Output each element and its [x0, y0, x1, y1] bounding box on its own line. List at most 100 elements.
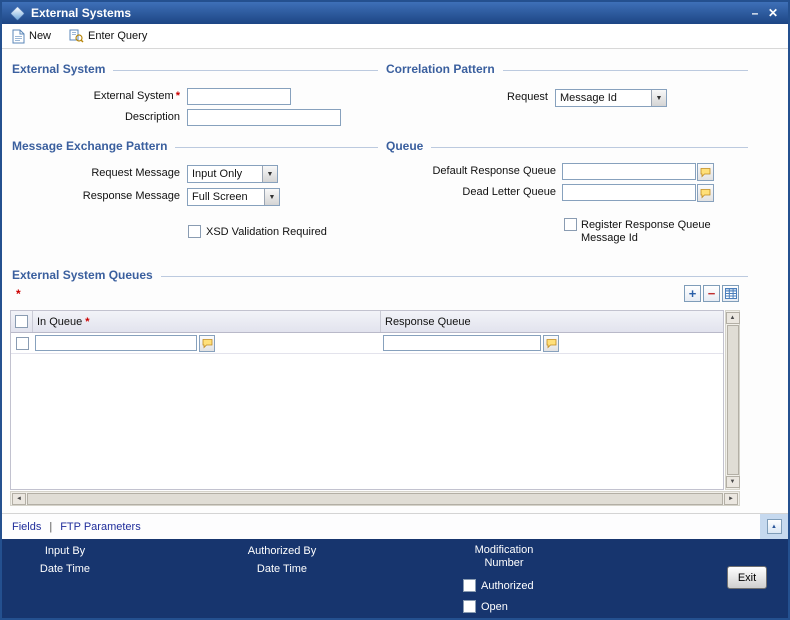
minus-icon: −: [707, 286, 716, 301]
required-marker: *: [175, 90, 180, 102]
footer: Input By Date Time Authorized By Date Ti…: [2, 539, 788, 618]
vertical-scroll-thumb[interactable]: [726, 325, 739, 475]
close-button[interactable]: ✕: [764, 4, 782, 22]
scroll-left-icon[interactable]: ◄: [12, 492, 26, 505]
register-response-queue-checkbox[interactable]: [564, 218, 577, 231]
horizontal-scrollbar[interactable]: ◄ ►: [10, 491, 740, 506]
window-title: External Systems: [31, 6, 132, 20]
required-marker: *: [85, 315, 90, 328]
section-divider: [113, 69, 378, 71]
chevron-down-icon[interactable]: ▼: [651, 90, 666, 106]
scroll-up-icon[interactable]: ▲: [725, 312, 740, 324]
section-external-system-title: External System: [12, 62, 106, 76]
chevron-down-icon[interactable]: ▼: [262, 166, 277, 182]
grid-view-icon: [724, 288, 737, 299]
toolbar: New Enter Query: [2, 24, 788, 49]
window-diamond-icon: [11, 6, 24, 20]
new-label: New: [29, 30, 52, 42]
exit-button[interactable]: Exit: [727, 566, 767, 589]
horizontal-scroll-thumb[interactable]: [27, 492, 723, 505]
grid-toolbar: + −: [684, 285, 739, 302]
in-queue-lov-button[interactable]: [199, 334, 215, 352]
default-response-queue-label: Default Response Queue: [432, 165, 556, 177]
section-correlation-pattern-title: Correlation Pattern: [386, 62, 495, 76]
open-checkbox[interactable]: [463, 600, 476, 613]
external-system-input[interactable]: [187, 88, 291, 105]
xsd-validation-label: XSD Validation Required: [206, 226, 327, 238]
minimize-button[interactable]: –: [746, 4, 764, 22]
section-divider: [431, 146, 748, 148]
in-queue-input[interactable]: [35, 335, 197, 351]
request-label: Request: [507, 91, 548, 103]
enter-query-label: Enter Query: [88, 30, 148, 42]
single-view-button[interactable]: [722, 285, 739, 302]
select-all-cell: [11, 311, 33, 332]
enter-query-icon: [69, 29, 84, 44]
request-message-value: Input Only: [192, 168, 243, 180]
section-divider: [160, 275, 748, 277]
page-scroll-up-button[interactable]: ▲: [766, 519, 782, 534]
authorized-checkbox[interactable]: [463, 579, 476, 592]
dead-letter-queue-input[interactable]: [562, 184, 696, 201]
speech-bubble-icon: [700, 167, 711, 177]
queues-table: In Queue * Response Queue: [10, 310, 724, 490]
response-queue-cell: [381, 333, 723, 353]
request-message-select[interactable]: Input Only ▼: [187, 165, 278, 183]
authorized-label: Authorized: [481, 579, 534, 592]
external-systems-window: External Systems – ✕ New Enter Query Ext…: [0, 0, 790, 620]
vertical-scrollbar[interactable]: ▲ ▼: [725, 310, 740, 490]
add-row-button[interactable]: +: [684, 285, 701, 302]
scroll-down-icon[interactable]: ▼: [725, 476, 740, 488]
response-message-select[interactable]: Full Screen ▼: [187, 188, 280, 206]
chevron-down-icon[interactable]: ▼: [264, 189, 279, 205]
section-queue: Queue: [386, 139, 748, 153]
row-select-cell: [11, 333, 33, 353]
request-selected-value: Message Id: [560, 92, 617, 104]
speech-bubble-icon: [202, 338, 212, 348]
delete-row-button[interactable]: −: [703, 285, 720, 302]
new-button[interactable]: New: [12, 29, 51, 44]
response-queue-lov-button[interactable]: [543, 334, 559, 352]
fields-link[interactable]: Fields: [12, 521, 41, 533]
section-divider: [502, 69, 748, 71]
table-row: [11, 333, 723, 354]
plus-icon: +: [688, 286, 697, 301]
request-select[interactable]: Message Id ▼: [555, 89, 667, 107]
scroll-right-icon[interactable]: ►: [724, 492, 738, 505]
select-all-checkbox[interactable]: [15, 315, 28, 328]
response-queue-column-header[interactable]: Response Queue: [381, 311, 723, 332]
default-response-queue-input[interactable]: [562, 163, 696, 180]
default-response-queue-lov-button[interactable]: [697, 163, 714, 181]
speech-bubble-icon: [700, 188, 711, 198]
xsd-validation-checkbox[interactable]: [188, 225, 201, 238]
open-field: Open: [463, 600, 508, 613]
in-queue-column-header[interactable]: In Queue *: [33, 311, 381, 332]
row-select-checkbox[interactable]: [15, 336, 29, 350]
dead-letter-queue-label: Dead Letter Queue: [462, 186, 556, 198]
authorized-by-label: Authorized By: [247, 545, 317, 557]
external-system-label: External System *: [93, 90, 180, 102]
grid-required-marker: *: [16, 287, 21, 301]
authorized-field: Authorized: [463, 579, 534, 592]
new-document-icon: [12, 29, 25, 44]
dead-letter-queue-lov-button[interactable]: [697, 184, 714, 202]
section-external-system: External System: [12, 62, 378, 76]
description-input[interactable]: [187, 109, 341, 126]
modification-number-label: Modification Number: [474, 544, 534, 569]
section-external-system-queues-title: External System Queues: [12, 268, 153, 282]
section-external-system-queues: External System Queues: [12, 268, 748, 282]
response-queue-input[interactable]: [383, 335, 541, 351]
titlebar: External Systems – ✕: [2, 2, 788, 24]
ftp-parameters-link[interactable]: FTP Parameters: [60, 521, 141, 533]
input-date-time-label: Date Time: [39, 563, 91, 575]
enter-query-button[interactable]: Enter Query: [69, 29, 147, 44]
link-separator: |: [49, 520, 53, 533]
input-by-label: Input By: [44, 545, 86, 557]
section-correlation-pattern: Correlation Pattern: [386, 62, 748, 76]
bottom-links-bar: Fields | FTP Parameters: [2, 513, 760, 539]
section-divider: [175, 146, 378, 148]
authorized-date-time-label: Date Time: [256, 563, 308, 575]
response-message-value: Full Screen: [192, 191, 248, 203]
table-header: In Queue * Response Queue: [11, 311, 723, 333]
response-message-label: Response Message: [82, 190, 180, 202]
